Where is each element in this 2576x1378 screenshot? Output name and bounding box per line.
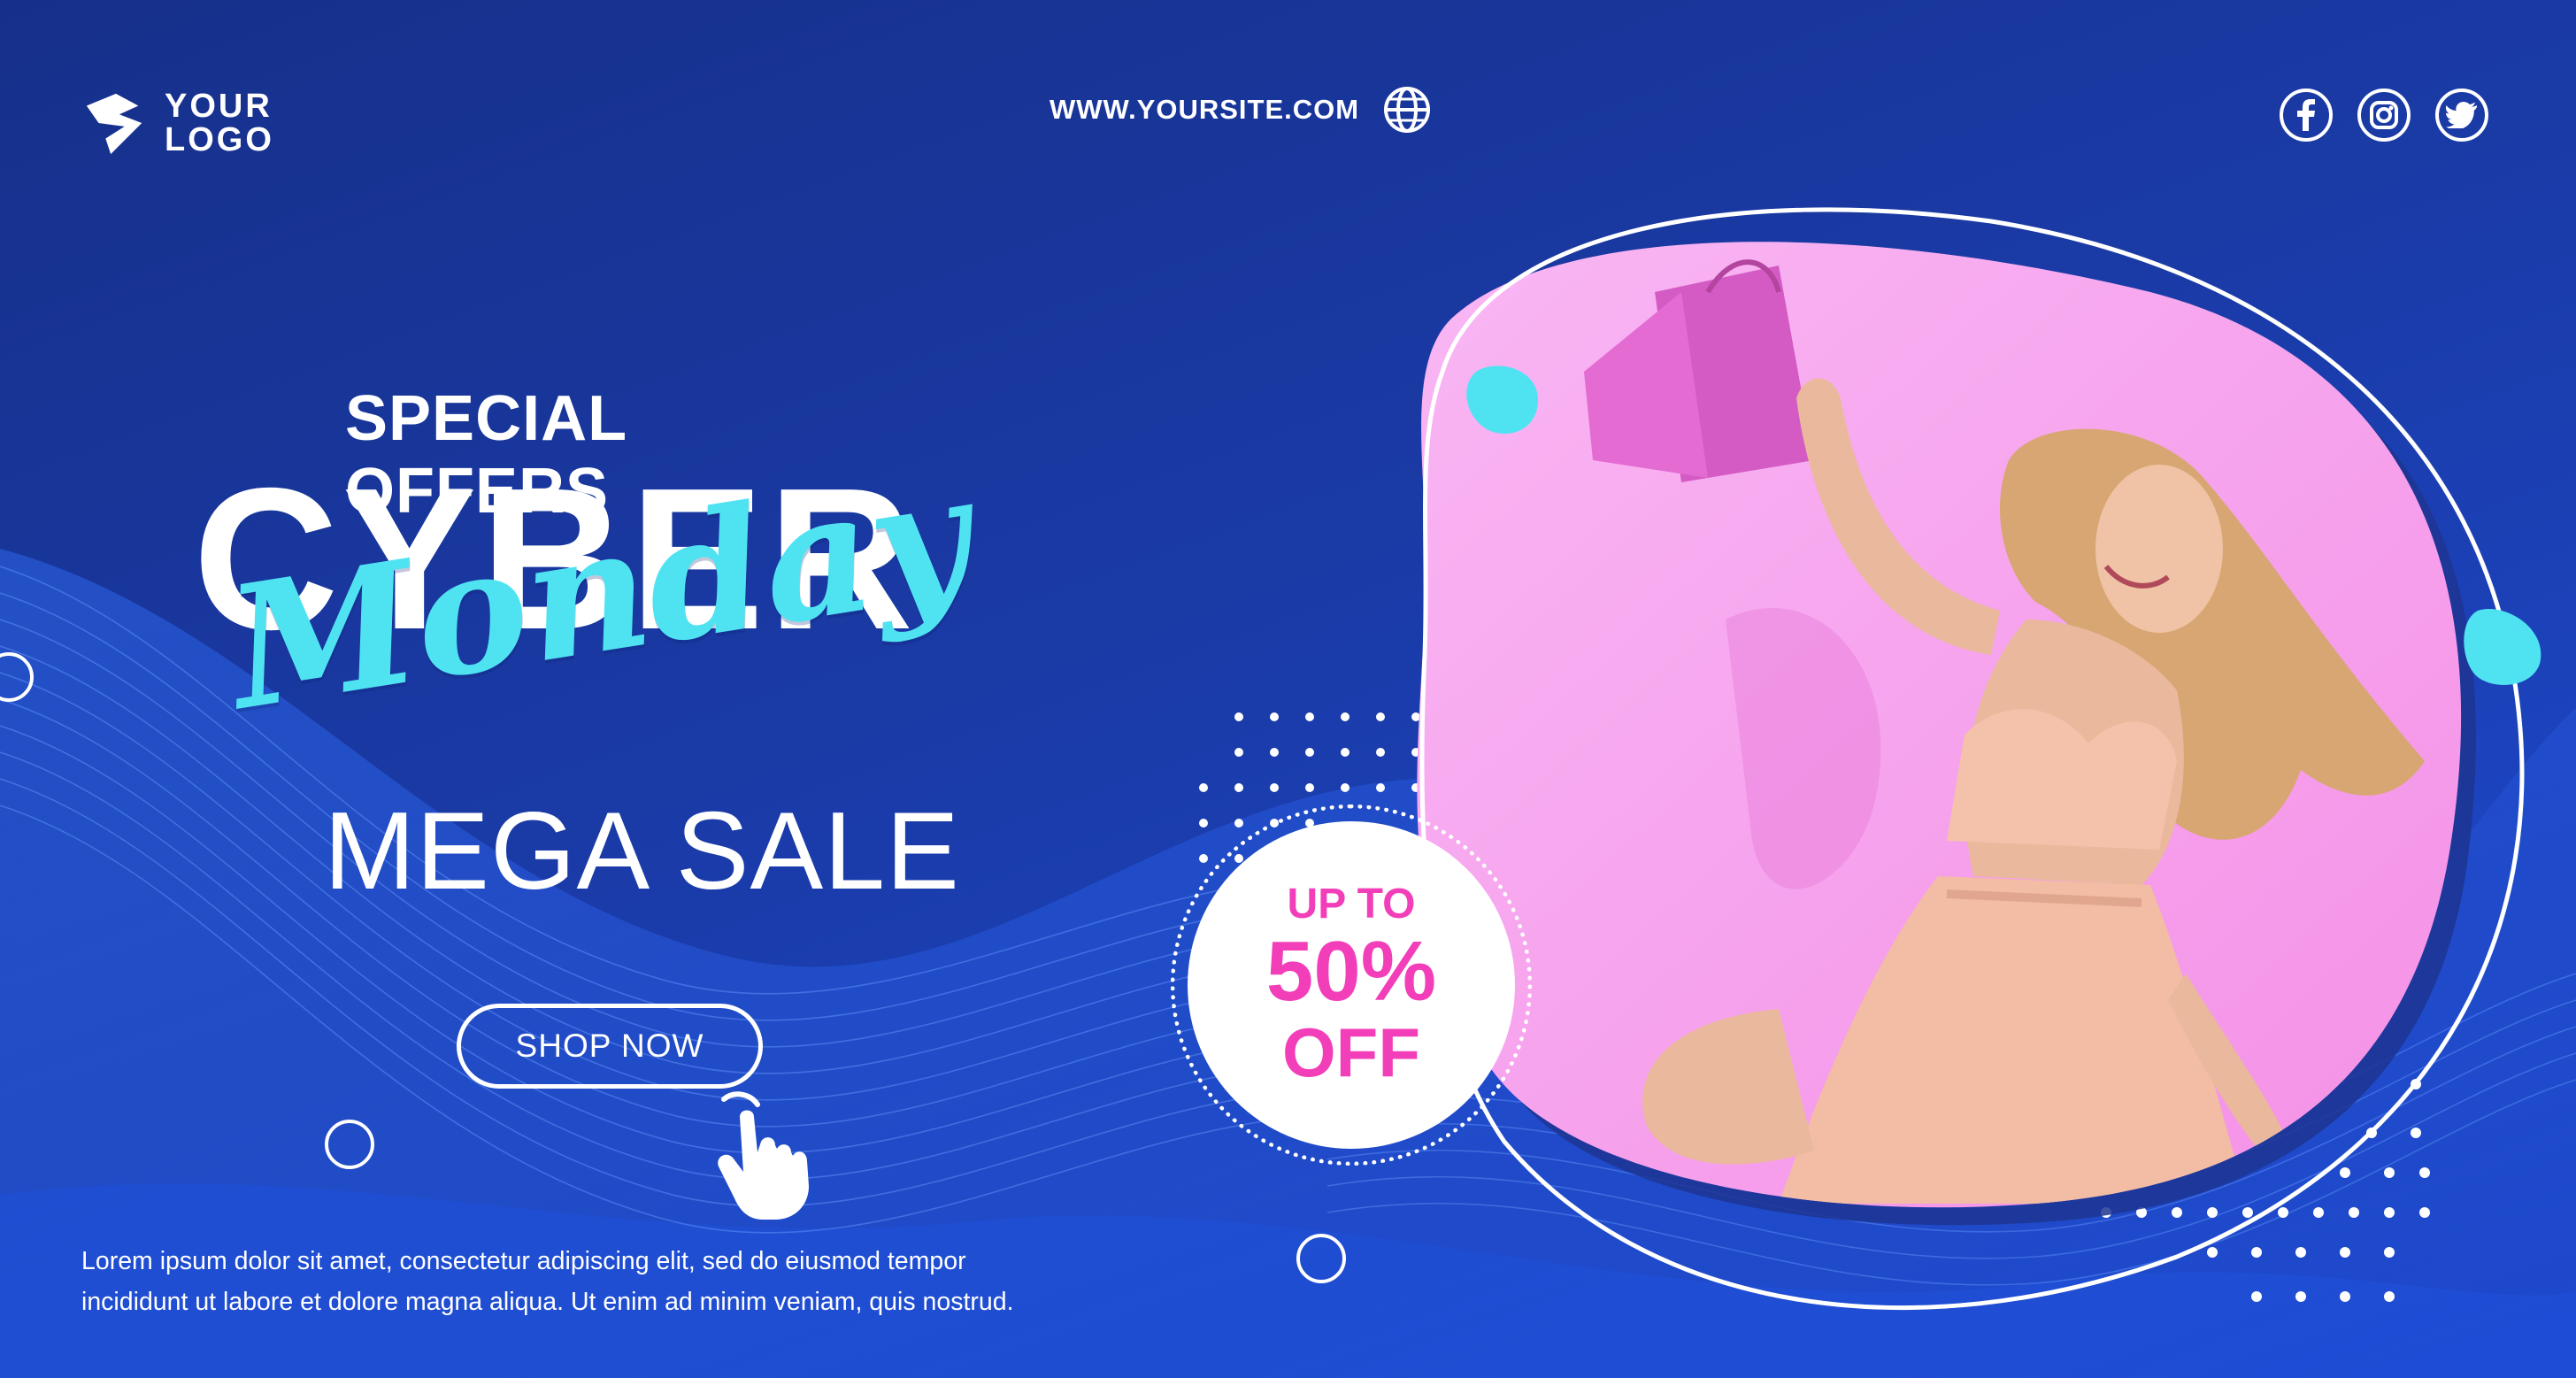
brand-logo[interactable]: YOUR LOGO [81, 89, 274, 158]
site-link[interactable]: WWW.YOURSITE.COM [1050, 85, 1432, 135]
mega-sale-heading: MEGA SALE [324, 790, 960, 912]
discount-up-to: UP TO [1287, 881, 1416, 928]
logo-text: YOUR LOGO [165, 89, 274, 157]
facebook-icon[interactable] [2280, 89, 2333, 142]
logo-mark-icon [86, 93, 142, 155]
cyber-monday-banner: YOUR LOGO WWW.YOURSITE.COM SPECIAL OFFER… [0, 0, 2576, 1378]
social-links [2280, 89, 2488, 142]
discount-badge: UP TO 50% OFF [1171, 804, 1532, 1166]
pointer-hand-icon [718, 1091, 809, 1220]
description-line-2: incididunt ut labore et dolore magna ali… [81, 1288, 1014, 1316]
logo-line-1: YOUR [165, 88, 273, 125]
site-url: WWW.YOURSITE.COM [1050, 94, 1360, 125]
twitter-icon[interactable] [2435, 89, 2488, 142]
discount-percent: 50% [1265, 924, 1437, 1019]
discount-off: OFF [1282, 1013, 1420, 1091]
description-line-1: Lorem ipsum dolor sit amet, consectetur … [81, 1247, 966, 1275]
logo-line-2: LOGO [165, 121, 274, 158]
globe-icon [1384, 87, 1431, 133]
instagram-icon[interactable] [2357, 89, 2411, 142]
shop-now-button[interactable]: SHOP NOW [457, 1004, 763, 1089]
description-text: Lorem ipsum dolor sit amet, consectetur … [81, 1241, 1196, 1322]
